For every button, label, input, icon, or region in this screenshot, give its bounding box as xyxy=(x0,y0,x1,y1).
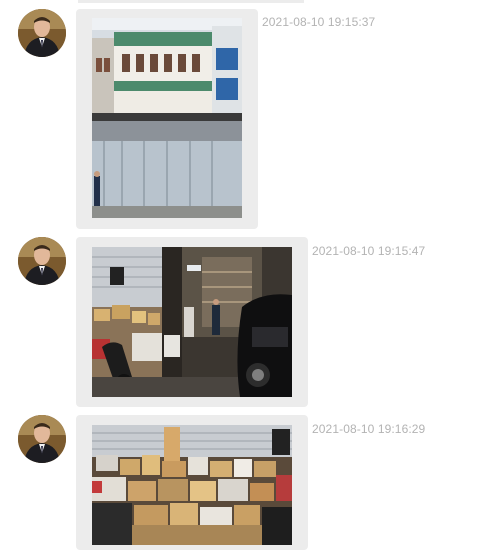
sender-avatar[interactable] xyxy=(18,415,66,463)
sender-avatar[interactable] xyxy=(18,9,66,57)
message-timestamp: 2021-08-10 19:15:47 xyxy=(312,244,426,258)
message-timestamp: 2021-08-10 19:15:37 xyxy=(262,15,376,29)
warehouse-entrance-photo[interactable] xyxy=(92,247,292,397)
sender-avatar[interactable] xyxy=(18,237,66,285)
previous-bubble-edge xyxy=(78,0,304,3)
building-facade-photo[interactable] xyxy=(92,18,242,218)
stacked-parcels-photo[interactable] xyxy=(92,425,292,545)
message-timestamp: 2021-08-10 19:16:29 xyxy=(312,422,426,436)
